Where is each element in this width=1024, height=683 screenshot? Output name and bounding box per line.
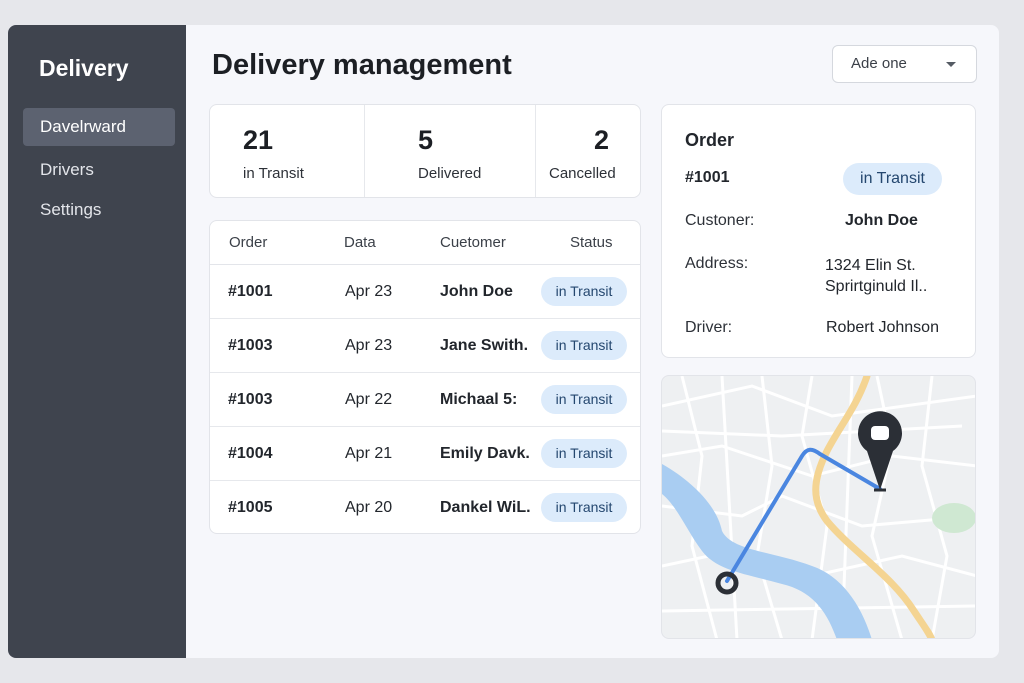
app-window: Delivery Davelrward Drivers Settings Del… <box>8 25 999 658</box>
stat-label: Cancelled <box>549 165 616 182</box>
stat-in-transit: 21 in Transit <box>210 105 364 197</box>
order-date: Apr 20 <box>345 499 393 516</box>
table-row[interactable]: #1005 Apr 20 Dankel WiL. in Transit <box>210 481 640 535</box>
map-canvas[interactable] <box>662 376 976 639</box>
table-row[interactable]: #1004 Apr 21 Emily Davk. in Transit <box>210 427 640 481</box>
customer-name: Jane Swith. <box>440 337 529 354</box>
stat-value: 21 <box>243 125 274 155</box>
status-badge: in Transit <box>541 439 627 468</box>
sidebar-item-settings[interactable]: Settings <box>23 191 175 229</box>
filter-dropdown[interactable]: Ade one <box>832 45 977 83</box>
stat-label: in Transit <box>243 165 304 182</box>
customer-name: Michaal 5: <box>440 391 518 408</box>
customer-name: John Doe <box>440 283 513 300</box>
order-id: #1001 <box>228 283 273 300</box>
status-badge: in Transit <box>541 385 627 414</box>
detail-status-badge: in Transit <box>843 163 942 195</box>
route-map[interactable] <box>661 375 976 639</box>
order-date: Apr 23 <box>345 337 393 354</box>
status-badge: in Transit <box>541 277 627 306</box>
customer-label: Custoner: <box>685 212 755 229</box>
order-id: #1003 <box>228 337 273 354</box>
order-id: #1005 <box>228 499 273 516</box>
customer-value: John Doe <box>845 212 918 229</box>
column-header-date[interactable]: Data <box>344 234 376 251</box>
chevron-down-icon <box>946 62 956 67</box>
table-row[interactable]: #1003 Apr 22 Michaal 5: in Transit <box>210 373 640 427</box>
stats-card: 21 in Transit 5 Delivered 2 Cancelled <box>209 104 641 198</box>
sidebar-item-dashboard[interactable]: Davelrward <box>23 108 175 146</box>
park-area <box>932 503 975 533</box>
order-id: #1004 <box>228 445 273 462</box>
brand-title: Delivery <box>39 55 129 81</box>
column-header-order[interactable]: Order <box>229 234 267 251</box>
status-badge: in Transit <box>541 331 627 360</box>
driver-value: Robert Johnson <box>826 319 939 336</box>
orders-table: Order Data Cuetomer Status #1001 Apr 23 … <box>209 220 641 534</box>
detail-order-id: #1001 <box>685 169 730 186</box>
page-title: Delivery management <box>212 49 512 81</box>
table-row[interactable]: #1003 Apr 23 Jane Swith. in Transit <box>210 319 640 373</box>
status-badge: in Transit <box>541 493 627 522</box>
customer-name: Dankel WiL. <box>440 499 531 516</box>
order-detail-card: Order #1001 in Transit Custoner: John Do… <box>661 104 976 358</box>
pin-glyph <box>871 426 889 440</box>
table-row[interactable]: #1001 Apr 23 John Doe in Transit <box>210 265 640 319</box>
order-id: #1003 <box>228 391 273 408</box>
order-date: Apr 21 <box>345 445 393 462</box>
sidebar-item-drivers[interactable]: Drivers <box>23 151 175 189</box>
stat-label: Delivered <box>418 165 482 182</box>
stat-cancelled: 2 Cancelled <box>536 105 642 197</box>
order-date: Apr 22 <box>345 391 393 408</box>
table-header: Order Data Cuetomer Status <box>210 221 640 265</box>
stat-value: 2 <box>594 125 610 155</box>
order-date: Apr 23 <box>345 283 393 300</box>
column-header-status[interactable]: Status <box>570 234 613 251</box>
address-line-2: Sprirtginuld Il.. <box>825 278 928 295</box>
address-label: Address: <box>685 255 749 272</box>
stat-value: 5 <box>418 125 434 155</box>
dropdown-value: Ade one <box>851 55 907 72</box>
stat-delivered: 5 Delivered <box>365 105 535 197</box>
column-header-customer[interactable]: Cuetomer <box>440 234 506 251</box>
driver-label: Driver: <box>685 319 733 336</box>
sidebar: Delivery Davelrward Drivers Settings <box>8 25 186 658</box>
customer-name: Emily Davk. <box>440 445 530 462</box>
detail-heading: Order <box>685 130 735 150</box>
address-line-1: 1324 Elin St. <box>825 257 916 274</box>
